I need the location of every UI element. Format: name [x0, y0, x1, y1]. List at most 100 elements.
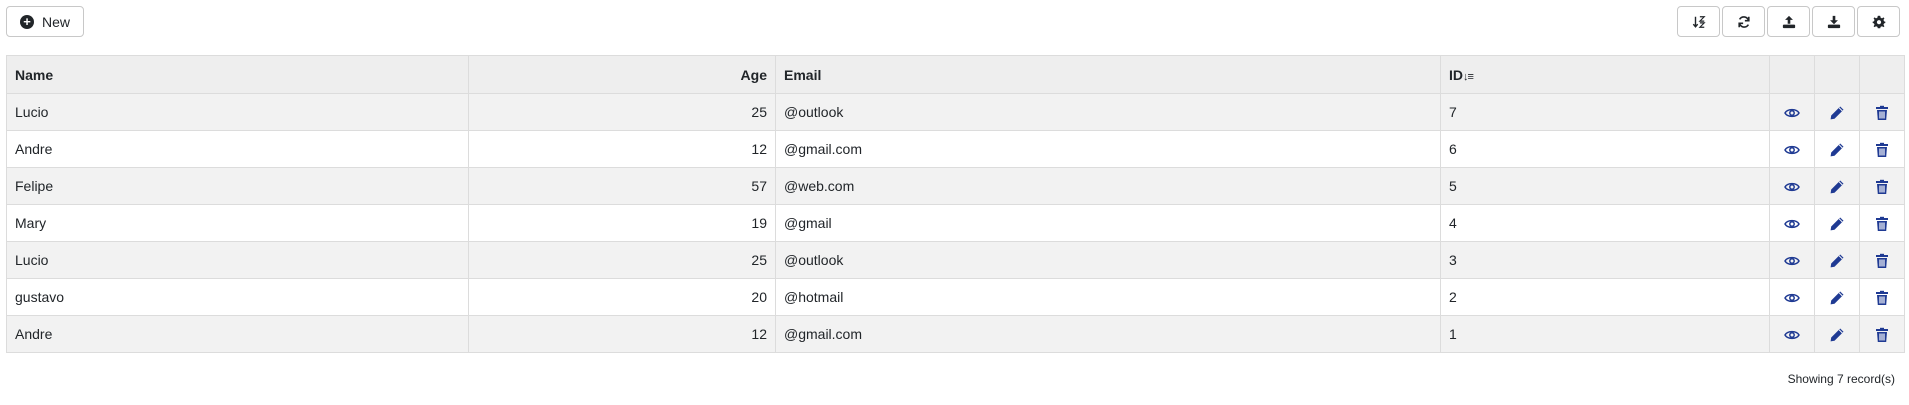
table-row: Felipe 57 @web.com 5: [6, 167, 1905, 205]
table-row: Andre 12 @gmail.com 6: [6, 130, 1905, 168]
cell-age: 57: [468, 167, 776, 205]
cell-age: 12: [468, 130, 776, 168]
cell-email: @outlook: [775, 241, 1441, 279]
cell-name: gustavo: [6, 278, 469, 316]
records-table: Name Age Email ID↓≡ Lucio 25 @outlook 7 Andr…: [6, 55, 1905, 353]
eye-icon: [1784, 251, 1800, 267]
cell-age: 25: [468, 93, 776, 131]
edit-button[interactable]: [1814, 315, 1860, 353]
view-button[interactable]: [1769, 204, 1815, 242]
column-header-id[interactable]: ID↓≡: [1440, 55, 1770, 94]
column-header-delete: [1859, 55, 1905, 94]
cell-age: 25: [468, 241, 776, 279]
cell-name: Lucio: [6, 93, 469, 131]
delete-button[interactable]: [1859, 93, 1905, 131]
pencil-icon: [1829, 251, 1845, 268]
refresh-button[interactable]: [1722, 6, 1765, 37]
record-count: Showing 7 record(s): [1787, 372, 1895, 386]
new-button-label: New: [41, 13, 70, 30]
view-button[interactable]: [1769, 241, 1815, 279]
sort-button[interactable]: [1677, 6, 1720, 37]
delete-button[interactable]: [1859, 130, 1905, 168]
pencil-icon: [1829, 325, 1845, 342]
new-button[interactable]: + New: [6, 6, 84, 37]
column-header-id-label: ID: [1449, 66, 1463, 83]
cell-id: 6: [1440, 130, 1770, 168]
column-header-view: [1769, 55, 1815, 94]
settings-button[interactable]: [1857, 6, 1900, 37]
table-row: Lucio 25 @outlook 7: [6, 93, 1905, 131]
download-button[interactable]: [1812, 6, 1855, 37]
column-header-age[interactable]: Age: [468, 55, 776, 94]
view-button[interactable]: [1769, 167, 1815, 205]
eye-icon: [1784, 325, 1800, 341]
pencil-icon: [1829, 177, 1845, 194]
edit-button[interactable]: [1814, 130, 1860, 168]
records-table-container: Name Age Email ID↓≡ Lucio 25 @outlook 7 Andr…: [6, 55, 1905, 353]
eye-icon: [1784, 177, 1800, 193]
column-header-email[interactable]: Email: [775, 55, 1441, 94]
download-icon: [1827, 15, 1840, 28]
trash-icon: [1874, 288, 1890, 305]
pencil-icon: [1829, 140, 1845, 157]
trash-icon: [1874, 177, 1890, 194]
cell-name: Felipe: [6, 167, 469, 205]
delete-button[interactable]: [1859, 315, 1905, 353]
eye-icon: [1784, 288, 1800, 304]
cell-email: @hotmail: [775, 278, 1441, 316]
eye-icon: [1784, 214, 1800, 230]
view-button[interactable]: [1769, 93, 1815, 131]
cell-name: Lucio: [6, 241, 469, 279]
delete-button[interactable]: [1859, 241, 1905, 279]
cell-age: 20: [468, 278, 776, 316]
cell-name: Andre: [6, 315, 469, 353]
eye-icon: [1784, 140, 1800, 156]
cell-id: 4: [1440, 204, 1770, 242]
cell-email: @gmail.com: [775, 315, 1441, 353]
table-row: Andre 12 @gmail.com 1: [6, 315, 1905, 353]
cell-id: 3: [1440, 241, 1770, 279]
cell-id: 2: [1440, 278, 1770, 316]
delete-button[interactable]: [1859, 278, 1905, 316]
plus-circle-icon: +: [19, 14, 34, 29]
table-row: Mary 19 @gmail 4: [6, 204, 1905, 242]
trash-icon: [1874, 103, 1890, 120]
table-body: Lucio 25 @outlook 7 Andre 12 @gmail.com 6 Felipe…: [6, 93, 1905, 353]
cell-email: @web.com: [775, 167, 1441, 205]
edit-button[interactable]: [1814, 204, 1860, 242]
delete-button[interactable]: [1859, 204, 1905, 242]
column-header-edit: [1814, 55, 1860, 94]
trash-icon: [1874, 214, 1890, 231]
cell-id: 7: [1440, 93, 1770, 131]
upload-button[interactable]: [1767, 6, 1810, 37]
view-button[interactable]: [1769, 130, 1815, 168]
edit-button[interactable]: [1814, 167, 1860, 205]
cell-age: 12: [468, 315, 776, 353]
delete-button[interactable]: [1859, 167, 1905, 205]
trash-icon: [1874, 251, 1890, 268]
edit-button[interactable]: [1814, 278, 1860, 316]
trash-icon: [1874, 325, 1890, 342]
cell-email: @gmail: [775, 204, 1441, 242]
pencil-icon: [1829, 103, 1845, 120]
trash-icon: [1874, 140, 1890, 157]
column-header-name[interactable]: Name: [6, 55, 469, 94]
upload-icon: [1782, 15, 1795, 28]
pencil-icon: [1829, 214, 1845, 231]
sort-az-icon: [1692, 15, 1706, 28]
sort-descending-icon: ↓≡: [1463, 70, 1474, 83]
view-button[interactable]: [1769, 278, 1815, 316]
table-row: Lucio 25 @outlook 3: [6, 241, 1905, 279]
pencil-icon: [1829, 288, 1845, 305]
table-row: gustavo 20 @hotmail 2: [6, 278, 1905, 316]
toolbar: + New: [0, 0, 1909, 50]
edit-button[interactable]: [1814, 93, 1860, 131]
cell-email: @outlook: [775, 93, 1441, 131]
cell-name: Andre: [6, 130, 469, 168]
cell-age: 19: [468, 204, 776, 242]
edit-button[interactable]: [1814, 241, 1860, 279]
cell-id: 1: [1440, 315, 1770, 353]
cell-name: Mary: [6, 204, 469, 242]
view-button[interactable]: [1769, 315, 1815, 353]
cell-email: @gmail.com: [775, 130, 1441, 168]
